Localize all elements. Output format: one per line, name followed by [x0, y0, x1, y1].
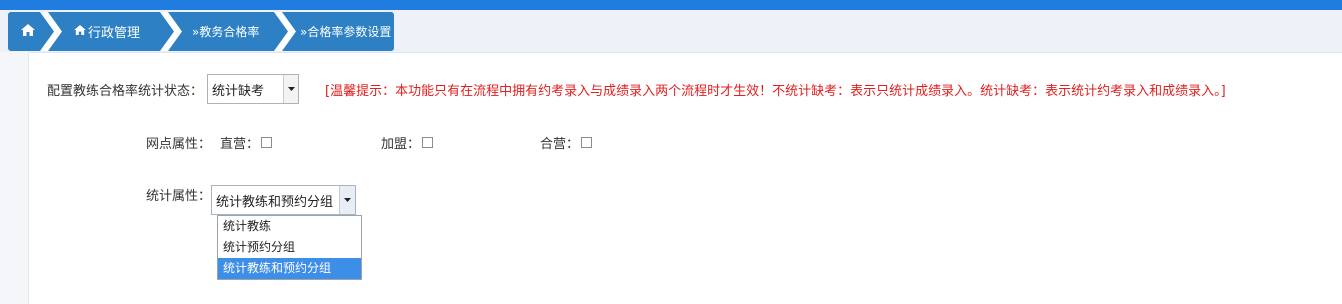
dropdown-option-coach[interactable]: 统计教练	[218, 216, 361, 237]
breadcrumb-label: 行政管理	[88, 26, 141, 41]
breadcrumb-separator	[160, 12, 182, 51]
dropdown-option-coach-and-group[interactable]: 统计教练和预约分组	[218, 258, 361, 279]
stat-select-value: 统计教练和预约分组	[216, 194, 334, 210]
config-row: 配置教练合格率统计状态： 统计缺考 [温馨提示：本功能只有在流程中拥有约考录入与…	[47, 74, 1226, 104]
config-status-select[interactable]: 统计缺考	[207, 74, 300, 104]
breadcrumb-separator	[274, 12, 296, 51]
branch-direct-label: 直营：	[220, 137, 260, 152]
stat-dropdown-list: 统计教练 统计预约分组 统计教练和预约分组	[217, 215, 362, 280]
dropdown-option-group[interactable]: 统计预约分组	[218, 237, 361, 258]
top-bar	[0, 0, 1342, 10]
stat-label: 统计属性：	[146, 189, 212, 204]
breadcrumb-label: »教务合格率	[192, 25, 260, 39]
branch-row: 网点属性： 直营： 加盟： 合营：	[146, 133, 593, 152]
config-tip: [温馨提示：本功能只有在流程中拥有约考录入与成绩录入两个流程时才生效！不统计缺考…	[325, 83, 1226, 99]
left-rail	[0, 52, 29, 304]
branch-franchise-label: 加盟：	[381, 137, 421, 152]
breadcrumb-label: »合格率参数设置	[300, 25, 392, 39]
stat-select[interactable]: 统计教练和预约分组	[211, 185, 357, 215]
config-status-value: 统计缺考	[212, 83, 265, 99]
breadcrumb-separator	[40, 12, 62, 51]
branch-label: 网点属性：	[146, 137, 212, 152]
breadcrumb-item-pass-rate[interactable]: »教务合格率	[168, 12, 296, 51]
breadcrumb: 行政管理 »教务合格率 »合格率参数设置	[8, 12, 394, 51]
breadcrumb-item-admin[interactable]: 行政管理	[48, 12, 182, 51]
breadcrumb-item-pass-rate-settings[interactable]: »合格率参数设置	[282, 12, 394, 51]
branch-joint-checkbox[interactable]	[581, 137, 593, 148]
branch-joint-label: 合营：	[540, 137, 580, 152]
branch-direct-checkbox[interactable]	[261, 137, 273, 148]
chevron-down-icon[interactable]	[339, 186, 356, 214]
breadcrumb-home[interactable]	[8, 12, 62, 51]
home-icon	[74, 24, 86, 39]
config-label: 配置教练合格率统计状态：	[47, 83, 204, 99]
branch-franchise-checkbox[interactable]	[422, 137, 434, 148]
stat-row: 统计属性： 统计教练和预约分组	[146, 185, 357, 215]
chevron-down-icon[interactable]	[283, 75, 299, 103]
home-icon	[21, 23, 35, 40]
